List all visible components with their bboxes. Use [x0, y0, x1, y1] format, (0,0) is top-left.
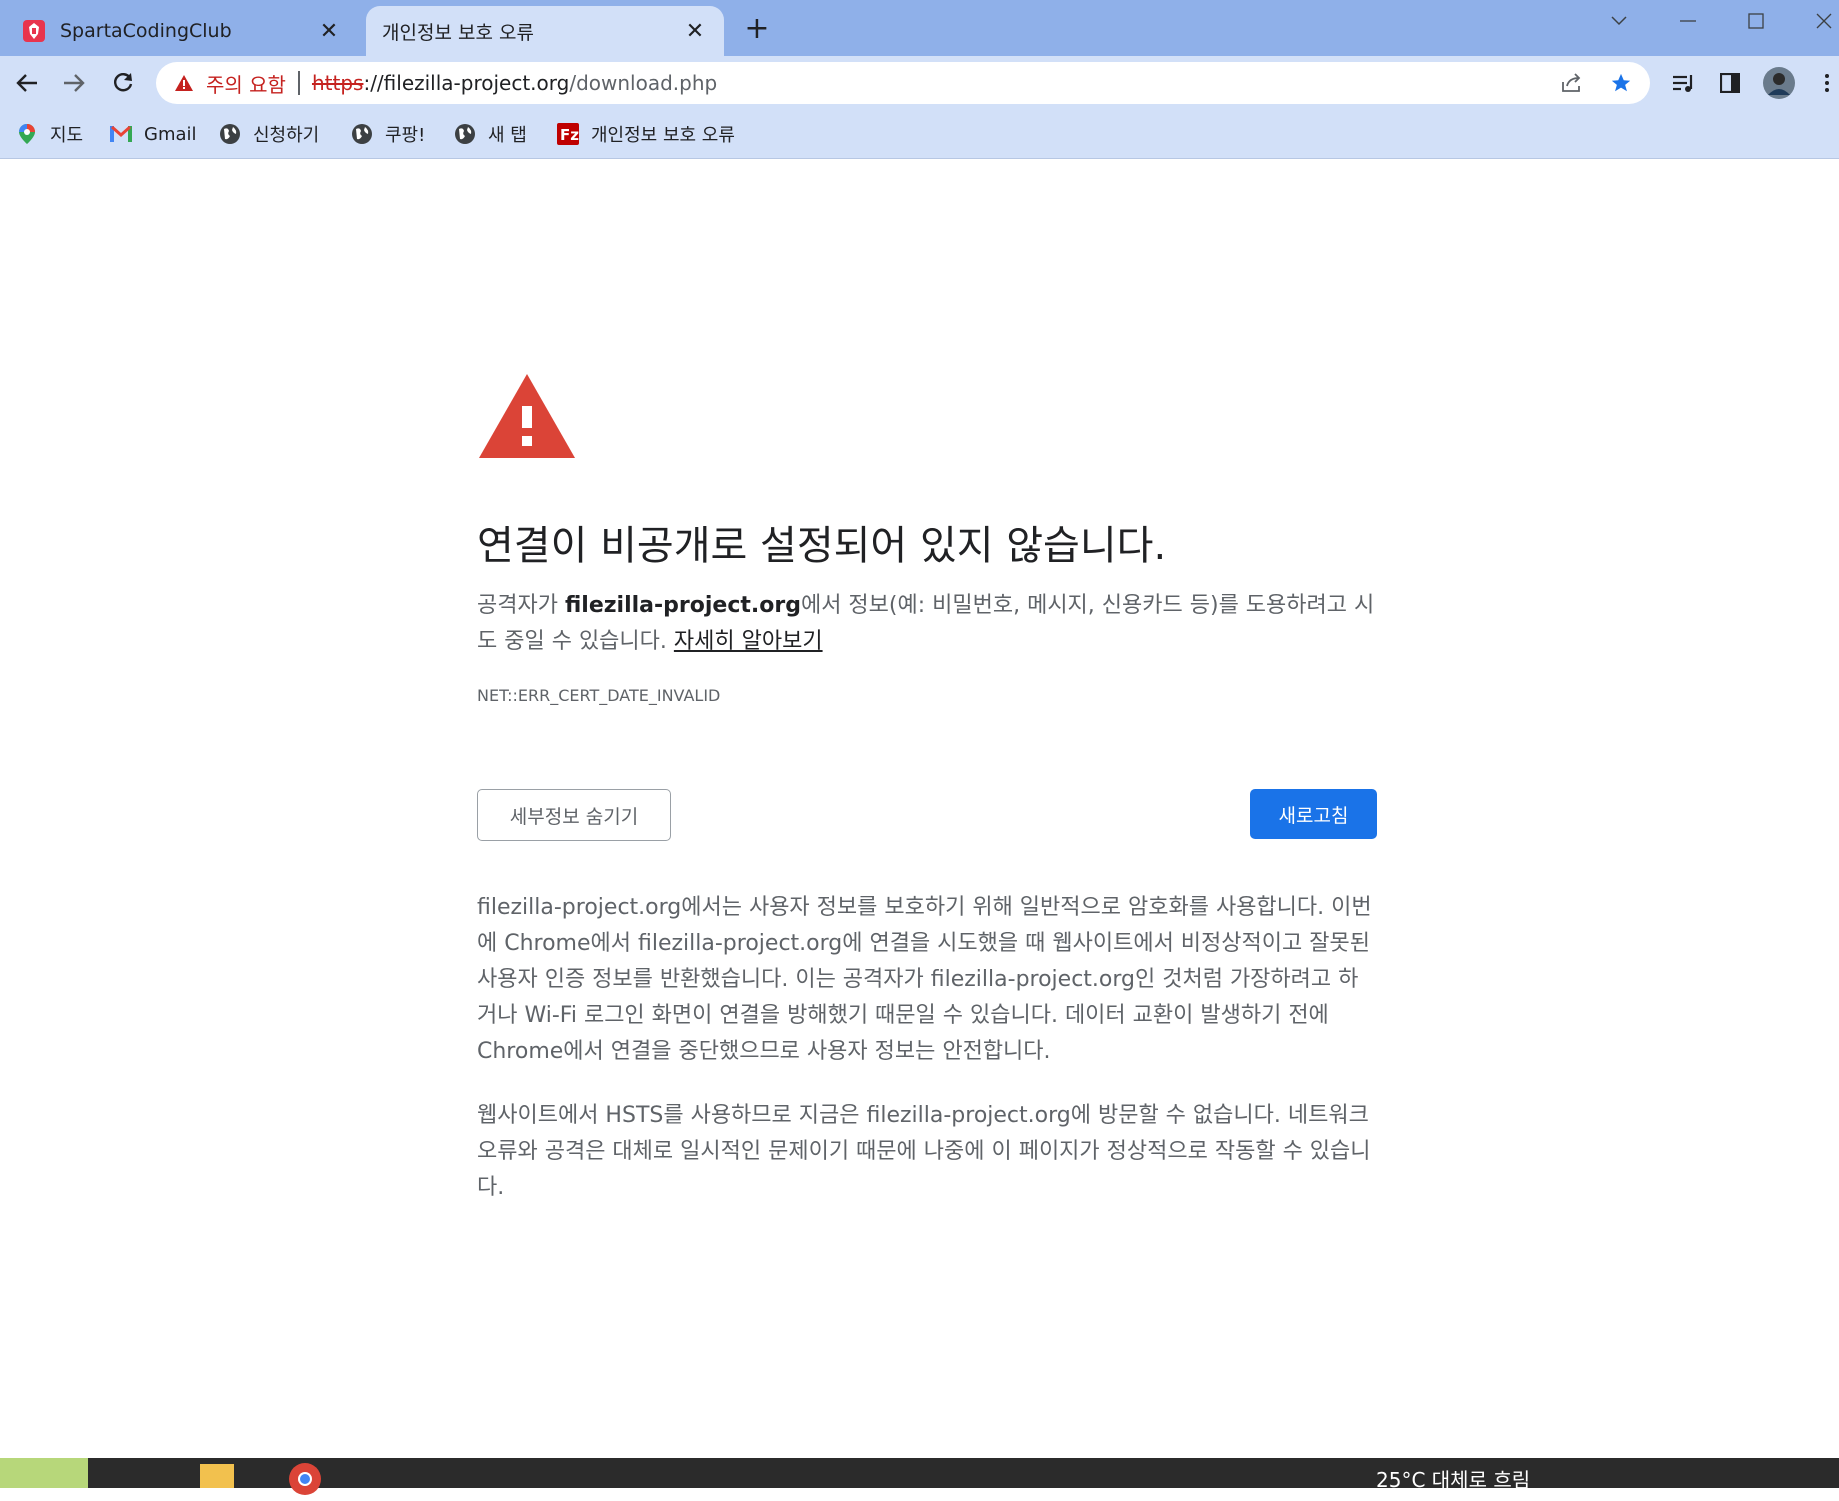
maximize-icon[interactable] — [1741, 6, 1771, 36]
security-warning-label[interactable]: 주의 요함 — [206, 69, 286, 98]
address-bar[interactable]: 주의 요함 https://filezilla-project.org/down… — [156, 62, 1650, 104]
chrome-icon[interactable] — [288, 1462, 322, 1501]
forward-arrow-icon[interactable] — [55, 64, 93, 102]
bookmark-coupang[interactable]: 쿠팡! — [351, 118, 425, 150]
tab-search-chevron-icon[interactable] — [1604, 6, 1634, 36]
bookmark-maps[interactable]: 지도 — [16, 118, 83, 150]
desc-host: filezilla-project.org — [564, 593, 801, 618]
bookmark-label: 쿠팡! — [385, 125, 426, 146]
minimize-icon[interactable] — [1673, 6, 1703, 36]
bookmark-label: Gmail — [144, 123, 197, 145]
close-icon[interactable]: ✕ — [314, 16, 344, 46]
file-explorer-icon[interactable] — [200, 1464, 234, 1488]
learn-more-link[interactable]: 자세히 알아보기 — [674, 629, 823, 654]
gmail-icon — [110, 123, 132, 145]
new-tab-button[interactable]: + — [742, 14, 772, 44]
warning-triangle-icon[interactable] — [174, 72, 196, 94]
bookmark-new-tab[interactable]: 새 탭 — [454, 118, 527, 150]
bookmark-label: 개인정보 보호 오류 — [591, 125, 735, 146]
os-taskbar: 25°C 대체로 흐림 — [0, 1458, 1839, 1495]
tab-strip: SpartaCodingClub ✕ 개인정보 보호 오류 ✕ + — [0, 0, 1839, 56]
tab-spartacodingclub[interactable]: SpartaCodingClub ✕ — [0, 6, 358, 56]
bookmark-signup[interactable]: 신청하기 — [219, 118, 319, 150]
url-scheme: https — [311, 71, 364, 95]
bookmark-label: 새 탭 — [488, 125, 527, 146]
weather-widget[interactable]: 25°C 대체로 흐림 — [1376, 1464, 1530, 1493]
page-title: 연결이 비공개로 설정되어 있지 않습니다. — [477, 523, 1167, 569]
globe-icon — [219, 123, 241, 145]
side-panel-icon[interactable] — [1711, 64, 1749, 102]
media-queue-icon[interactable] — [1664, 64, 1702, 102]
maps-pin-icon — [16, 123, 38, 145]
sparta-favicon-icon — [22, 19, 46, 43]
tab-privacy-error[interactable]: 개인정보 보호 오류 ✕ — [366, 6, 724, 56]
profile-avatar[interactable] — [1760, 64, 1798, 102]
browser-toolbar: 주의 요함 https://filezilla-project.org/down… — [0, 56, 1839, 110]
filezilla-icon: Fz — [557, 123, 579, 145]
details-paragraph: filezilla-project.org에서는 사용자 정보를 보호하기 위해… — [477, 895, 1372, 1064]
hsts-paragraph: 웹사이트에서 HSTS를 사용하므로 지금은 filezilla-project… — [477, 1103, 1371, 1200]
omnibox-separator — [297, 71, 300, 95]
more-menu-icon[interactable] — [1808, 64, 1839, 102]
bookmark-star-icon[interactable] — [1604, 66, 1638, 100]
bookmark-label: 지도 — [50, 125, 84, 146]
bookmark-gmail[interactable]: Gmail — [110, 118, 197, 150]
svg-text:Fz: Fz — [560, 126, 579, 144]
error-description: 공격자가 filezilla-project.org에서 정보(예: 비밀번호,… — [477, 588, 1377, 660]
tab-title: SpartaCodingClub — [60, 20, 232, 42]
error-code[interactable]: NET::ERR_CERT_DATE_INVALID — [477, 686, 720, 705]
tab-title: 개인정보 보호 오류 — [382, 21, 534, 44]
bookmark-label: 신청하기 — [253, 125, 320, 146]
desc-text-before: 공격자가 — [477, 593, 565, 618]
back-arrow-icon[interactable] — [8, 64, 46, 102]
url-path: /download.php — [569, 71, 718, 95]
hide-details-button[interactable]: 세부정보 숨기기 — [477, 789, 671, 841]
share-icon[interactable] — [1554, 66, 1588, 100]
reload-button[interactable]: 새로고침 — [1250, 789, 1377, 839]
bookmark-privacy-error[interactable]: Fz 개인정보 보호 오류 — [557, 118, 735, 150]
bookmarks-bar: 지도 Gmail 신청하기 쿠팡! 새 탭 Fz 개인정보 보호 오류 — [0, 110, 1839, 159]
url-host: ://filezilla-project.org — [363, 71, 570, 95]
globe-icon — [454, 123, 476, 145]
reload-icon[interactable] — [104, 64, 142, 102]
window-close-icon[interactable] — [1809, 6, 1839, 36]
widgets-thumbnail[interactable] — [0, 1458, 88, 1488]
globe-icon — [351, 123, 373, 145]
close-icon[interactable]: ✕ — [680, 16, 710, 46]
warning-triangle-icon — [477, 372, 577, 464]
